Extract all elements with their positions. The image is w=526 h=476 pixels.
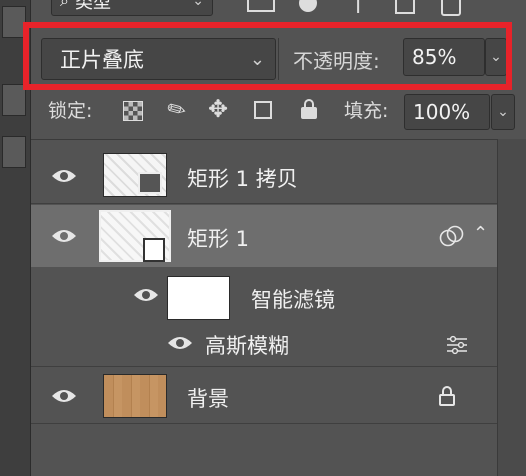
layer-name: 背景: [187, 387, 229, 411]
fill-input[interactable]: 100%: [404, 94, 490, 130]
filter-effect-label: 高斯模糊: [205, 334, 289, 358]
lock-transparent-pixels-icon[interactable]: [123, 101, 143, 121]
filter-kind-dropdown[interactable]: ⌕ 类型 ⌄: [51, 0, 213, 16]
shape-badge-icon: [138, 172, 162, 194]
layer-name: 矩形 1 拷贝: [187, 167, 298, 191]
layer-thumbnail-selected: [99, 210, 171, 262]
smart-filters-label: 智能滤镜: [251, 288, 335, 312]
fill-slider-button[interactable]: ⌄: [491, 94, 515, 130]
fill-label: 填充:: [344, 100, 389, 122]
layer-name: 矩形 1: [187, 227, 250, 251]
background-thumbnail: [103, 374, 167, 418]
filter-type-icon[interactable]: T: [352, 0, 364, 18]
eye-icon[interactable]: [51, 387, 77, 405]
layer-filter-row: ⌕ 类型 ⌄ T: [31, 0, 526, 20]
smart-filters-row[interactable]: 智能滤镜: [31, 268, 497, 322]
search-icon: ⌕: [60, 0, 69, 10]
filter-pixel-icon[interactable]: [247, 0, 275, 12]
lock-artboard-icon[interactable]: [254, 101, 272, 119]
lock-position-icon[interactable]: ✥: [208, 95, 228, 123]
filter-effect-row[interactable]: 高斯模糊: [31, 323, 497, 367]
tool-button[interactable]: [2, 136, 26, 168]
layer-row-copy[interactable]: 矩形 1 拷贝: [31, 150, 497, 204]
layer-row-background[interactable]: 背景: [31, 368, 497, 424]
eye-icon[interactable]: [133, 286, 159, 304]
collapse-chevron-icon[interactable]: ⌃: [473, 223, 488, 244]
smart-object-badge-icon: [143, 238, 165, 262]
layer-row-selected[interactable]: 矩形 1 ⌃: [31, 205, 497, 267]
lock-all-icon[interactable]: [301, 99, 317, 119]
fill-value: 100%: [413, 100, 471, 124]
filter-smart-object-icon[interactable]: [441, 0, 461, 16]
lock-label: 锁定:: [48, 100, 93, 122]
smart-filter-badge-icon: [439, 225, 464, 247]
eye-icon[interactable]: [51, 167, 77, 185]
filter-kind-label: 类型: [74, 0, 111, 13]
filter-adjustment-icon[interactable]: [299, 0, 317, 12]
chevron-down-icon: ⌄: [497, 104, 509, 120]
filter-options-icon[interactable]: [445, 335, 469, 355]
lock-icon: [439, 386, 455, 406]
filter-mask-thumbnail: [167, 276, 230, 320]
scrollbar[interactable]: [497, 139, 526, 476]
layer-thumbnail: [103, 153, 167, 197]
eye-icon[interactable]: [51, 227, 77, 245]
chevron-down-icon: ⌄: [192, 0, 204, 9]
eye-icon[interactable]: [167, 334, 193, 352]
divider: [31, 139, 497, 140]
highlight-box: [23, 22, 512, 90]
filter-shape-icon[interactable]: [395, 0, 415, 14]
